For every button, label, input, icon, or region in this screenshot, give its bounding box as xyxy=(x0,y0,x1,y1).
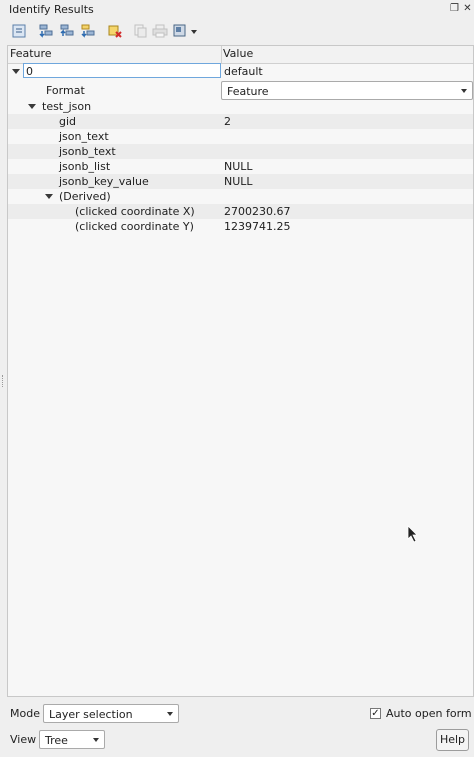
attribute-row[interactable]: gid 2 xyxy=(8,114,473,129)
derived-item-row[interactable]: (clicked coordinate X) 2700230.67 xyxy=(8,204,473,219)
derived-label: (Derived) xyxy=(59,190,111,203)
format-select[interactable]: Feature xyxy=(221,81,473,100)
feature-root-row[interactable]: 0 default xyxy=(8,63,473,79)
attribute-name: gid xyxy=(59,115,77,128)
clear-results-icon[interactable] xyxy=(106,22,124,40)
format-row: Format Feature xyxy=(8,81,473,100)
expand-all-icon[interactable] xyxy=(37,22,55,40)
tree-header: Feature Value xyxy=(8,46,473,64)
attribute-value: NULL xyxy=(224,175,253,188)
help-button[interactable]: Help xyxy=(436,729,469,751)
layer-row[interactable]: test_json xyxy=(8,99,473,114)
attribute-row[interactable]: jsonb_text xyxy=(8,144,473,159)
format-label: Format xyxy=(46,84,85,97)
format-select-value: Feature xyxy=(227,85,269,98)
view-select-value: Tree xyxy=(45,734,68,747)
derived-item-name: (clicked coordinate X) xyxy=(75,205,195,218)
dock-title: Identify Results xyxy=(9,3,94,16)
collapse-all-icon[interactable] xyxy=(58,22,76,40)
column-divider[interactable] xyxy=(221,46,222,63)
derived-item-row[interactable]: (clicked coordinate Y) 1239741.25 xyxy=(8,219,473,234)
identify-mode-icon[interactable] xyxy=(172,22,200,40)
attribute-name: json_text xyxy=(59,130,109,143)
identify-results-tree[interactable]: Feature Value 0 default Format Feature t… xyxy=(7,45,474,697)
identify-toolbar xyxy=(0,20,474,42)
float-dock-icon[interactable]: ❐ xyxy=(449,3,460,14)
view-label: View xyxy=(10,733,37,746)
view-select[interactable]: Tree xyxy=(39,730,105,749)
chevron-down-icon xyxy=(167,712,173,716)
value-column-header[interactable]: Value xyxy=(223,47,253,60)
mode-select-value: Layer selection xyxy=(49,708,133,721)
collapse-arrow-icon[interactable] xyxy=(28,104,36,109)
attribute-name: jsonb_list xyxy=(59,160,111,173)
dock-titlebar: Identify Results ❐ ✕ xyxy=(0,0,474,18)
derived-item-value: 1239741.25 xyxy=(224,220,291,233)
chevron-down-icon xyxy=(461,89,467,93)
print-icon[interactable] xyxy=(151,22,169,40)
collapse-arrow-icon[interactable] xyxy=(45,194,53,199)
auto-open-checkbox[interactable]: ✓ xyxy=(370,708,381,719)
chevron-down-icon xyxy=(93,738,99,742)
derived-item-name: (clicked coordinate Y) xyxy=(75,220,194,233)
derived-row[interactable]: (Derived) xyxy=(8,189,473,204)
derived-item-value: 2700230.67 xyxy=(224,205,291,218)
attribute-value: NULL xyxy=(224,160,253,173)
mode-label: Mode xyxy=(10,707,40,720)
collapse-arrow-icon[interactable] xyxy=(12,69,20,74)
attribute-value: 2 xyxy=(224,115,231,128)
expand-new-results-icon[interactable] xyxy=(79,22,97,40)
feature-root-label: 0 xyxy=(26,65,33,78)
attribute-name: jsonb_key_value xyxy=(59,175,149,188)
copy-feature-icon[interactable] xyxy=(131,22,149,40)
feature-column-header[interactable]: Feature xyxy=(10,47,52,60)
attribute-row[interactable]: jsonb_key_value NULL xyxy=(8,174,473,189)
attribute-name: jsonb_text xyxy=(59,145,116,158)
auto-open-label[interactable]: Auto open form xyxy=(386,707,472,720)
attribute-row[interactable]: json_text xyxy=(8,129,473,144)
dock-splitter-handle[interactable] xyxy=(2,375,5,387)
close-dock-icon[interactable]: ✕ xyxy=(462,3,473,14)
feature-root-focus xyxy=(23,63,221,78)
expand-tree-icon[interactable] xyxy=(10,22,28,40)
mouse-pointer-icon xyxy=(407,525,418,543)
layer-label: test_json xyxy=(42,100,92,113)
feature-root-value: default xyxy=(224,65,263,78)
mode-select[interactable]: Layer selection xyxy=(43,704,179,723)
attribute-row[interactable]: jsonb_list NULL xyxy=(8,159,473,174)
